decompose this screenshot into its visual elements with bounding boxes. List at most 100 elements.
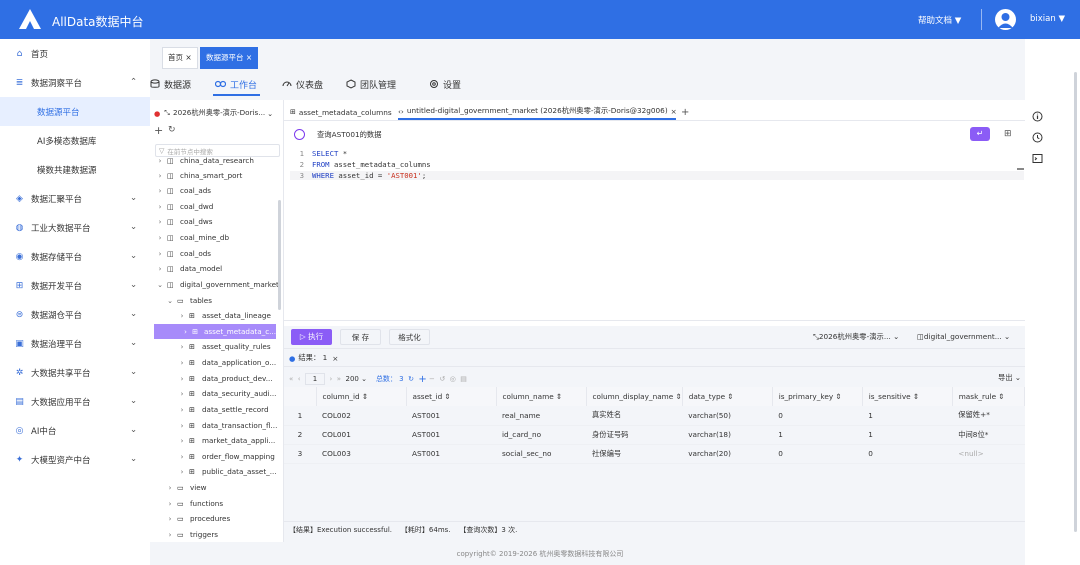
- tab-workbench[interactable]: 工作台: [215, 78, 257, 91]
- tree-item-table[interactable]: › ⊞ public_data_asset_...: [150, 464, 284, 479]
- sidebar-item-home[interactable]: ⌂ 首页: [0, 39, 150, 68]
- tree-item-db-expanded[interactable]: ⌄ ◫ digital_government_market: [150, 277, 284, 292]
- sidebar-item-ai-multimodal-db[interactable]: AI多模态数据库: [0, 126, 150, 155]
- export-menu[interactable]: 导出 ⌄: [998, 373, 1021, 383]
- result-tab[interactable]: ● 结果： 1 ×: [289, 353, 338, 363]
- tree-item-db[interactable]: › ◫ coal_ods: [150, 246, 284, 261]
- sidebar-item-data-aggregation[interactable]: ◈ 数据汇聚平台 ⌄: [0, 184, 150, 213]
- editor-tab-active[interactable]: ‹› untitled-digital_government_market (20…: [398, 104, 677, 120]
- tree-item-folder[interactable]: › ▭ procedures: [150, 511, 284, 526]
- delete-row-icon[interactable]: −: [429, 375, 435, 383]
- column-header[interactable]: is_primary_key ⇕: [772, 387, 863, 406]
- tree-item-table[interactable]: › ⊞ data_product_dev...: [150, 371, 284, 386]
- terminal-icon[interactable]: [1032, 153, 1043, 164]
- tab-settings[interactable]: 设置: [429, 78, 461, 91]
- tree-scrollbar[interactable]: [278, 200, 281, 310]
- tree-item-table[interactable]: › ⊞ data_settle_record: [150, 402, 284, 417]
- sidebar-item-ai-platform[interactable]: ◎ AI中台 ⌄: [0, 416, 150, 445]
- tree-item-folder-tables[interactable]: ⌄ ▭ tables: [150, 293, 284, 308]
- tree-item-db[interactable]: › ◫ china_smart_port: [150, 168, 284, 183]
- commit-icon[interactable]: ▤: [460, 375, 467, 383]
- prev-page-icon[interactable]: ‹: [298, 375, 301, 383]
- run-button[interactable]: ▷ 执行: [291, 329, 332, 345]
- help-docs-menu[interactable]: 帮助文档 ▼: [918, 14, 961, 26]
- history-icon[interactable]: [1032, 132, 1043, 143]
- column-header[interactable]: column_display_name ⇕: [586, 387, 683, 406]
- format-button[interactable]: 格式化: [389, 329, 430, 345]
- sidebar-item-data-insight[interactable]: ≣ 数据洞察平台 ⌃: [0, 68, 150, 97]
- code-line-current[interactable]: 3 WHERE asset_id = 'AST001';: [290, 171, 1024, 180]
- close-icon[interactable]: ×: [185, 53, 191, 62]
- tree-item-folder[interactable]: › ▭ view: [150, 480, 284, 495]
- add-row-icon[interactable]: +: [418, 374, 426, 385]
- table-view-icon[interactable]: ⊞: [1004, 129, 1012, 139]
- table-row[interactable]: 3 COL003 AST001 social_sec_no 社保编号 varchar(2…: [284, 444, 1025, 463]
- sidebar-item-data-development[interactable]: ⊞ 数据开发平台 ⌄: [0, 271, 150, 300]
- table-row[interactable]: 2 COL001 AST001 id_card_no 身份证号码 varchar(18)…: [284, 425, 1025, 444]
- column-header[interactable]: data_type ⇕: [682, 387, 773, 406]
- code-line[interactable]: 2 FROM asset_metadata_columns: [290, 160, 431, 169]
- avatar[interactable]: [995, 9, 1016, 30]
- close-icon[interactable]: ×: [671, 107, 677, 116]
- connection-select[interactable]: ⤡2026杭州奥零-演示... ⌄: [813, 332, 899, 342]
- tree-item-table[interactable]: › ⊞ market_data_appli...: [150, 433, 284, 448]
- tree-item-table[interactable]: › ⊞ data_security_audi...: [150, 386, 284, 401]
- column-header[interactable]: column_id ⇕: [316, 387, 407, 406]
- close-icon[interactable]: ×: [332, 354, 338, 363]
- sidebar-item-data-sharing[interactable]: ✲ 大数据共享平台 ⌄: [0, 358, 150, 387]
- tree-item-folder[interactable]: › ▭ functions: [150, 496, 284, 511]
- code-line[interactable]: 1 SELECT *: [290, 149, 348, 158]
- sidebar-item-llm-assets[interactable]: ✦ 大模型资产中台 ⌄: [0, 445, 150, 474]
- last-page-icon[interactable]: »: [337, 375, 341, 383]
- refresh-icon[interactable]: ↻: [168, 125, 176, 135]
- sidebar-item-data-storage[interactable]: ◉ 数据存储平台 ⌄: [0, 242, 150, 271]
- tree-item-table[interactable]: › ⊞ order_flow_mapping: [150, 449, 284, 464]
- ai-assist-button[interactable]: ↵: [970, 127, 990, 141]
- tree-item-table[interactable]: › ⊞ data_transaction_fl...: [150, 418, 284, 433]
- tree-item-db[interactable]: › ◫ coal_dws: [150, 214, 284, 229]
- column-header[interactable]: is_sensitive ⇕: [862, 387, 953, 406]
- page-scrollbar[interactable]: [1074, 72, 1077, 532]
- page-tab-datasource[interactable]: 数据源平台 ×: [200, 47, 259, 69]
- editor-scrollbar[interactable]: [1017, 168, 1024, 170]
- tree-item-db[interactable]: › ◫ data_model: [150, 261, 284, 276]
- first-page-icon[interactable]: «: [289, 375, 293, 383]
- tab-dashboard[interactable]: 仪表盘: [282, 78, 323, 91]
- add-tab-icon[interactable]: +: [681, 104, 689, 120]
- tree-item-table[interactable]: › ⊞ data_application_o...: [150, 355, 284, 370]
- close-icon[interactable]: ×: [246, 53, 252, 62]
- sidebar-item-datasource-platform[interactable]: 数据源平台: [0, 97, 150, 126]
- tree-item-db[interactable]: › ◫ coal_ads: [150, 183, 284, 198]
- tree-item-table[interactable]: › ⊞ asset_quality_rules: [150, 339, 284, 354]
- page-input[interactable]: 1: [305, 373, 326, 385]
- refresh-icon[interactable]: ↻: [408, 375, 414, 383]
- tab-datasource[interactable]: 数据源: [150, 78, 191, 91]
- sidebar-item-co-build-datasource[interactable]: 模数共建数据源: [0, 155, 150, 184]
- add-icon[interactable]: +: [154, 124, 163, 137]
- page-tab-home[interactable]: 首页 ×: [162, 47, 198, 69]
- sidebar-item-industrial-bigdata[interactable]: ◍ 工业大数据平台 ⌄: [0, 213, 150, 242]
- column-header[interactable]: asset_id ⇕: [406, 387, 497, 406]
- tree-item-table-selected[interactable]: › ⊞ asset_metadata_c...: [154, 324, 276, 339]
- connection-selector[interactable]: ● ⤡ 2026杭州奥零-演示-Doris... ⌄: [154, 106, 280, 120]
- tab-team-management[interactable]: 团队管理: [346, 78, 396, 91]
- next-page-icon[interactable]: ›: [329, 375, 332, 383]
- tree-item-db[interactable]: › ◫ coal_dwd: [150, 199, 284, 214]
- sidebar-item-data-application[interactable]: ▤ 大数据应用平台 ⌄: [0, 387, 150, 416]
- column-header[interactable]: mask_rule ⇕: [952, 387, 1026, 406]
- sidebar-item-data-lakehouse[interactable]: ⊜ 数据湖仓平台 ⌄: [0, 300, 150, 329]
- page-size-select[interactable]: 200 ⌄: [345, 375, 371, 383]
- table-row[interactable]: 1 COL002 AST001 real_name 真实姓名 varchar(50) 0 1…: [284, 406, 1025, 425]
- editor-tab[interactable]: ⊞ asset_metadata_columns: [290, 104, 392, 120]
- view-icon[interactable]: ◎: [450, 375, 456, 383]
- tree-item-table[interactable]: › ⊞ asset_data_lineage: [150, 308, 284, 323]
- tree-item-db[interactable]: › ◫ china_data_research: [150, 156, 284, 168]
- database-select[interactable]: ◫digital_government... ⌄: [917, 332, 1010, 341]
- info-icon[interactable]: [1032, 111, 1043, 122]
- save-button[interactable]: 保 存: [340, 329, 381, 345]
- column-header[interactable]: column_name ⇕: [496, 387, 587, 406]
- user-menu[interactable]: bixian ▼: [1030, 14, 1065, 24]
- sidebar-item-data-governance[interactable]: ▣ 数据治理平台 ⌄: [0, 329, 150, 358]
- tree-item-db[interactable]: › ◫ coal_mine_db: [150, 230, 284, 245]
- tree-item-folder[interactable]: › ▭ triggers: [150, 527, 284, 542]
